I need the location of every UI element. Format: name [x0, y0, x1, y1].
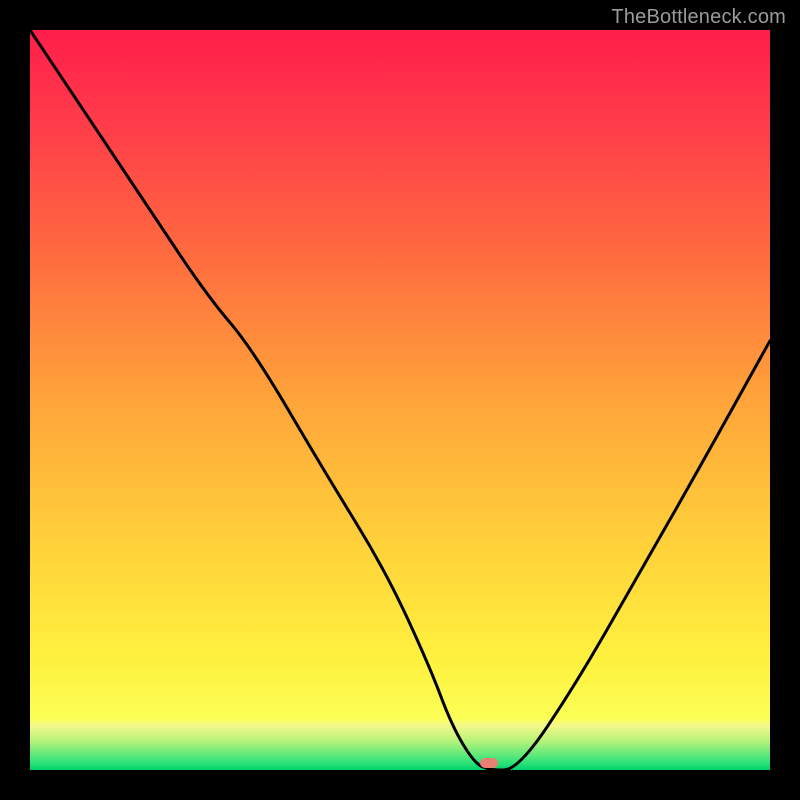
plot-area — [30, 30, 770, 770]
chart-frame: TheBottleneck.com — [0, 0, 800, 800]
watermark-text: TheBottleneck.com — [611, 6, 786, 29]
curve-path — [30, 30, 770, 770]
bottleneck-curve — [30, 30, 770, 770]
optimal-marker — [480, 758, 498, 768]
